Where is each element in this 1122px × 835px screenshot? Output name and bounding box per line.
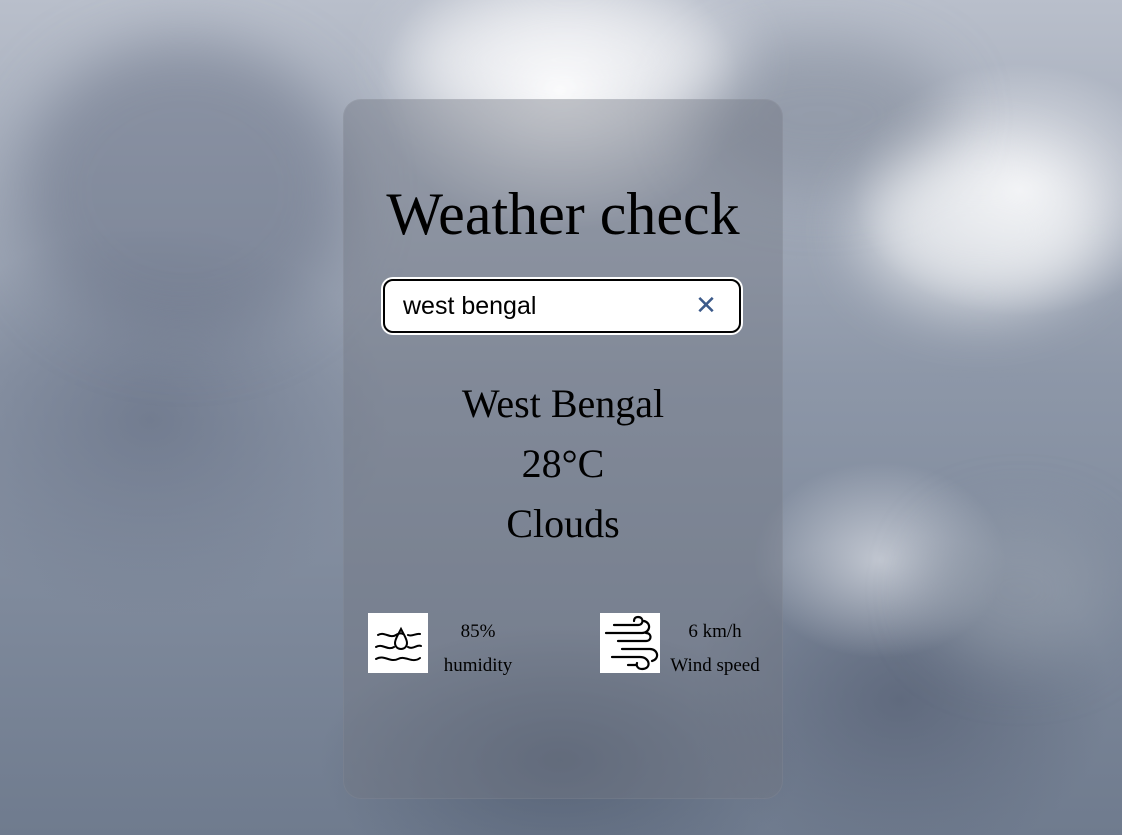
cloud-shape: [20, 40, 350, 340]
app-title: Weather check: [386, 181, 740, 247]
humidity-value: 85%: [460, 621, 496, 642]
wind-icon: [600, 613, 660, 673]
city-name: West Bengal: [461, 381, 665, 426]
search-input[interactable]: [403, 289, 673, 323]
temperature: 28°C: [521, 441, 605, 486]
close-icon[interactable]: ✕: [693, 293, 719, 319]
page-background: { "app": { "title": "Weather check" }, "…: [0, 0, 1122, 835]
cloud-shape: [860, 150, 1100, 310]
humidity-stat: 85% humidity: [368, 613, 528, 676]
weather-card: Weather check ✕ West Bengal 28°C Clouds …: [343, 99, 783, 799]
wind-stat: 6 km/h Wind speed: [600, 613, 770, 676]
wind-value: 6 km/h: [688, 621, 742, 642]
wind-label: Wind speed: [670, 655, 760, 676]
humidity-icon: [368, 613, 428, 673]
cloud-shape: [930, 520, 1110, 660]
search-box[interactable]: ✕: [383, 279, 741, 333]
humidity-label: humidity: [443, 655, 513, 676]
weather-condition: Clouds: [506, 501, 620, 546]
